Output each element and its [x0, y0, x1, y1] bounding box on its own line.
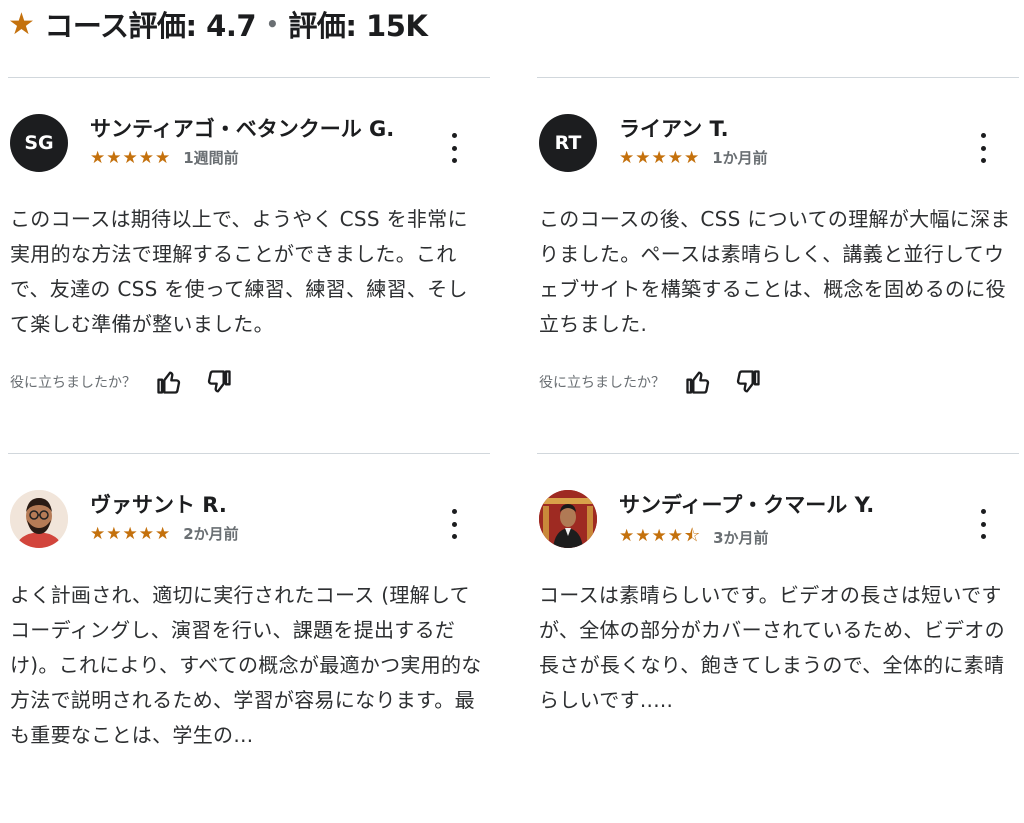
more-options-icon[interactable]	[444, 509, 464, 539]
avatar	[10, 490, 68, 548]
reviewer-name: ライアン T.	[619, 117, 729, 141]
reviewer-name: サンティアゴ・ベタンクール G.	[90, 117, 395, 141]
thumbs-up-icon[interactable]	[683, 367, 713, 397]
divider	[8, 77, 490, 78]
avatar: SG	[10, 114, 68, 172]
rating-row: ★★★★★ 1週間前	[90, 147, 239, 168]
star-rating: ★★★★★	[90, 147, 172, 168]
rating-row: ★★★★★ 1か月前	[619, 147, 768, 168]
rating-row: ★★★★★ 2か月前	[90, 523, 239, 544]
thumbs-up-icon[interactable]	[154, 367, 184, 397]
thumbs-down-icon[interactable]	[733, 367, 763, 397]
review-date: 1週間前	[183, 149, 239, 167]
separator-dot: •	[266, 12, 279, 36]
review-date: 1か月前	[712, 149, 768, 167]
more-options-icon[interactable]	[973, 509, 993, 539]
divider	[537, 453, 1019, 454]
course-rating-title: コース評価: 4.7	[44, 9, 257, 43]
review-text: このコースは期待以上で、ようやく CSS を非常に実用的な方法で理解することがで…	[10, 207, 468, 336]
helpful-row: 役に立ちましたか？	[10, 367, 254, 397]
ratings-count: 評価: 15K	[288, 9, 428, 43]
helpful-label: 役に立ちましたか？	[10, 375, 136, 391]
half-star-icon: ⯪	[683, 526, 702, 546]
star-rating: ★★★★⯪	[619, 523, 701, 552]
reviewer-name: ヴァサント R.	[90, 493, 227, 517]
avatar	[539, 490, 597, 548]
review-card: サンディープ・クマール Y. ★★★★⯪ 3か月前 コースは素晴らしいです。ビデ…	[537, 453, 1019, 823]
review-card: ヴァサント R. ★★★★★ 2か月前 よく計画され、適切に実行されたコース (…	[8, 453, 490, 823]
helpful-label: 役に立ちましたか？	[539, 375, 665, 391]
review-card: SG サンティアゴ・ベタンクール G. ★★★★★ 1週間前 このコースは期待以…	[8, 77, 490, 447]
divider	[8, 453, 490, 454]
course-rating-header: ★ コース評価: 4.7 • 評価: 15K	[8, 2, 428, 46]
star-icon: ★	[8, 6, 35, 42]
more-options-icon[interactable]	[444, 133, 464, 163]
review-text: よく計画され、適切に実行されたコース (理解してコーディングし、演習を行い、課題…	[10, 583, 482, 747]
review-text: このコースの後、CSS についての理解が大幅に深まりました。ペースは素晴らしく、…	[539, 207, 1011, 336]
review-date: 2か月前	[183, 525, 239, 543]
star-rating: ★★★★★	[619, 147, 701, 168]
reviewer-name: サンディープ・クマール Y.	[619, 493, 875, 517]
review-text: コースは素晴らしいです。ビデオの長さは短いですが、全体の部分がカバーされているた…	[539, 583, 1005, 712]
review-date: 3か月前	[713, 529, 769, 547]
helpful-row: 役に立ちましたか？	[539, 367, 783, 397]
rating-row: ★★★★⯪ 3か月前	[619, 523, 769, 552]
review-card: RT ライアン T. ★★★★★ 1か月前 このコースの後、CSS についての理…	[537, 77, 1019, 447]
divider	[537, 77, 1019, 78]
thumbs-down-icon[interactable]	[204, 367, 234, 397]
star-rating: ★★★★★	[90, 523, 172, 544]
avatar: RT	[539, 114, 597, 172]
more-options-icon[interactable]	[973, 133, 993, 163]
